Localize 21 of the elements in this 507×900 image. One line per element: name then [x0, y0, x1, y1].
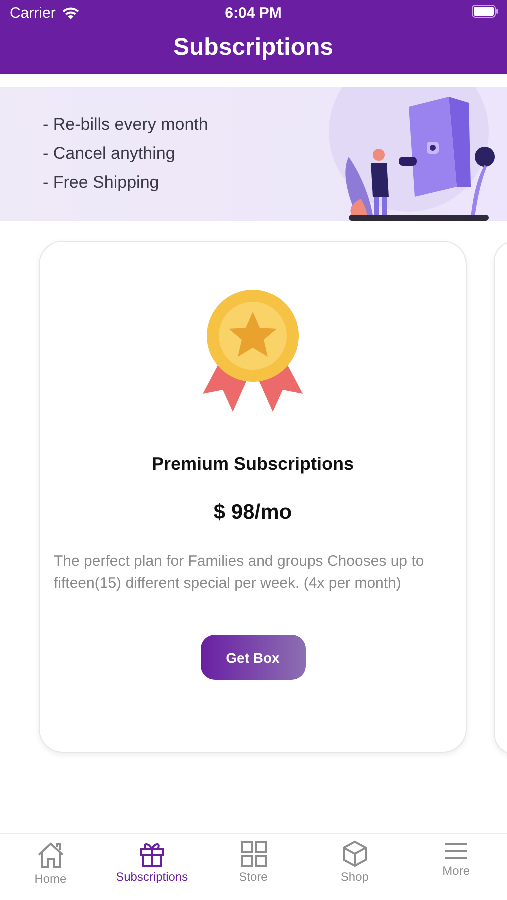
- status-time: 6:04 PM: [225, 4, 282, 22]
- banner-text: - Free Shipping: [43, 173, 160, 193]
- home-icon: [36, 840, 66, 870]
- get-box-button[interactable]: Get Box: [200, 635, 306, 680]
- banner-text: - Cancel anything: [43, 144, 176, 164]
- tab-item[interactable]: Home: [0, 840, 102, 900]
- tab-item[interactable]: More: [406, 840, 507, 900]
- grid-icon: [240, 840, 268, 868]
- plan-price: $ 98/mo: [214, 501, 292, 525]
- menu-icon: [443, 840, 470, 862]
- plan-description: The perfect plan for Families and groups Chooses up to fifteen(15) different special per week. (4x per month): [54, 552, 426, 594]
- tab-item[interactable]: Shop: [304, 840, 406, 900]
- tab-item[interactable]: Subscriptions: [101, 840, 203, 900]
- page-title: Subscriptions: [172, 33, 335, 63]
- battery-icon: [472, 4, 499, 18]
- banner-text: - Re-bills every month: [43, 115, 208, 135]
- wifi-icon: [62, 6, 80, 20]
- plan-title: Premium Subscriptions: [152, 454, 354, 475]
- tab-item[interactable]: Store: [202, 840, 304, 900]
- carrier-label: Carrier: [10, 4, 56, 22]
- cube-icon: [340, 840, 369, 868]
